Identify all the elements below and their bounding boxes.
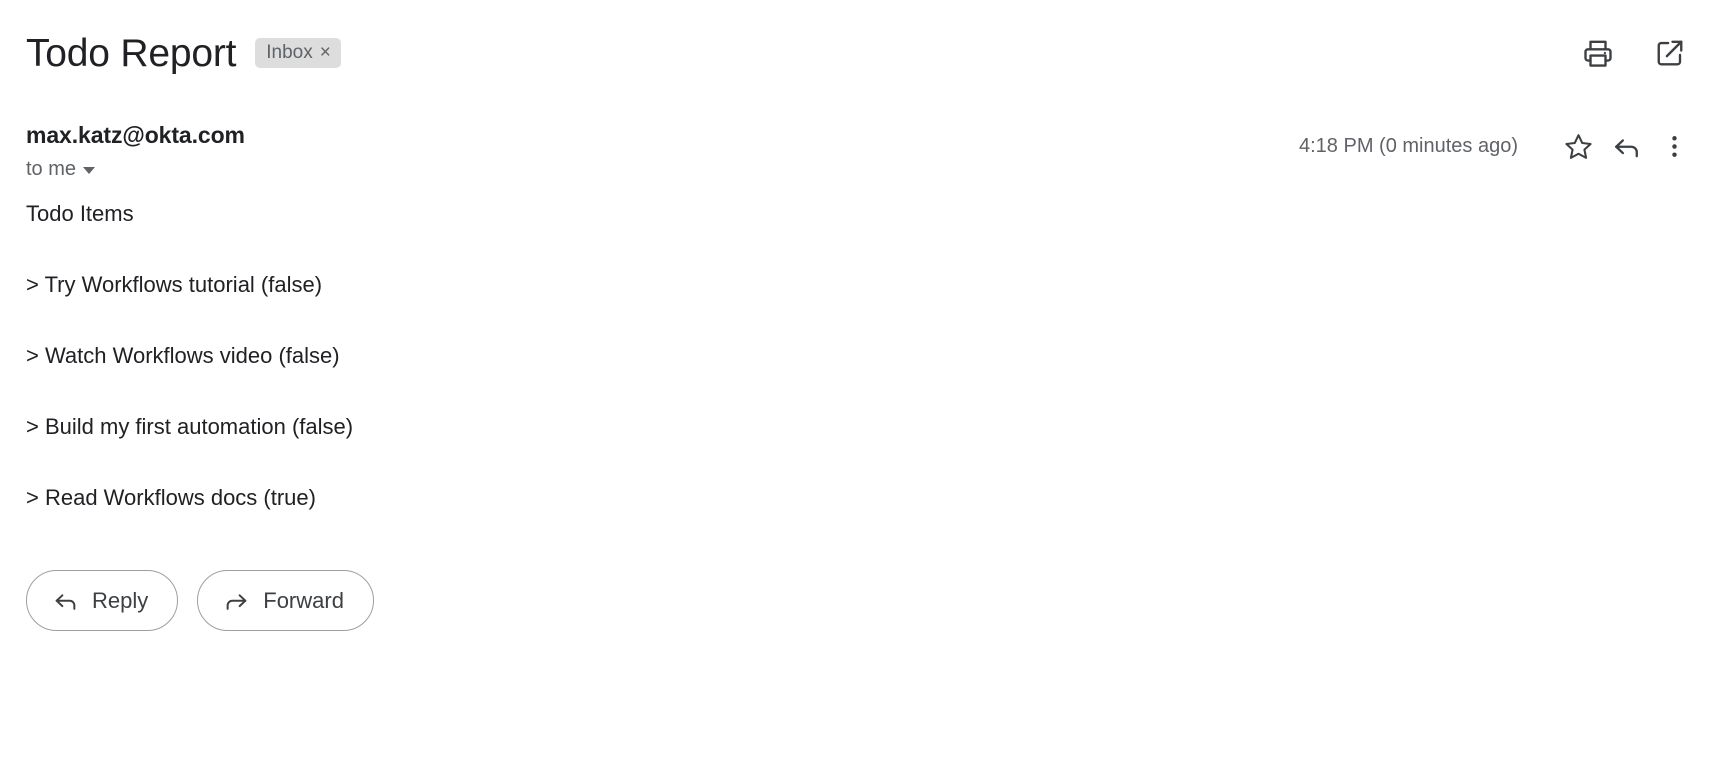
reply-button[interactable] xyxy=(1602,124,1650,168)
message-footer-actions: Reply Forward xyxy=(26,570,1698,632)
email-message-view: Todo Report Inbox × max.katz@okta.com to… xyxy=(0,0,1724,766)
todo-list-item: > Watch Workflows video (false) xyxy=(26,343,340,369)
star-button[interactable] xyxy=(1554,124,1602,168)
recipient-label: to me xyxy=(26,158,77,181)
page-title: Todo Report xyxy=(26,31,237,75)
label-chip-name: Inbox xyxy=(266,42,313,63)
forward-button-footer[interactable]: Forward xyxy=(197,570,374,632)
reply-arrow-icon xyxy=(53,588,78,613)
open-in-new-icon xyxy=(1655,38,1685,68)
chevron-down-icon[interactable] xyxy=(83,167,96,175)
subject-header: Todo Report Inbox × xyxy=(26,0,1698,92)
sender-header: max.katz@okta.com to me 4:18 PM (0 minut… xyxy=(26,121,1698,179)
reply-button-label: Reply xyxy=(92,587,149,613)
todo-list-item: > Read Workflows docs (true) xyxy=(26,485,316,511)
todo-list-item: > Build my first automation (false) xyxy=(26,414,354,440)
close-icon[interactable]: × xyxy=(320,43,331,62)
reply-arrow-icon xyxy=(1612,132,1641,161)
email-body: Todo Items > Try Workflows tutorial (fal… xyxy=(26,203,1698,509)
recipient-details-toggle[interactable]: to me xyxy=(26,159,245,179)
body-heading: Todo Items xyxy=(26,201,134,227)
print-button[interactable] xyxy=(1578,33,1618,73)
forward-button-label: Forward xyxy=(263,587,344,613)
more-options-button[interactable] xyxy=(1650,124,1698,168)
todo-list-item: > Try Workflows tutorial (false) xyxy=(26,272,323,298)
print-icon xyxy=(1583,38,1613,68)
reply-button-footer[interactable]: Reply xyxy=(26,570,179,632)
header-action-group xyxy=(1578,33,1698,73)
open-in-new-window-button[interactable] xyxy=(1650,33,1690,73)
message-action-group: 4:18 PM (0 minutes ago) xyxy=(1299,121,1698,168)
message-timestamp: 4:18 PM (0 minutes ago) xyxy=(1299,135,1518,157)
sender-info: max.katz@okta.com to me xyxy=(26,121,245,179)
sender-email-address[interactable]: max.katz@okta.com xyxy=(26,121,245,150)
label-chip-inbox[interactable]: Inbox × xyxy=(255,38,341,68)
forward-arrow-icon xyxy=(224,588,249,613)
more-vertical-icon xyxy=(1660,132,1689,161)
star-icon xyxy=(1564,132,1593,161)
